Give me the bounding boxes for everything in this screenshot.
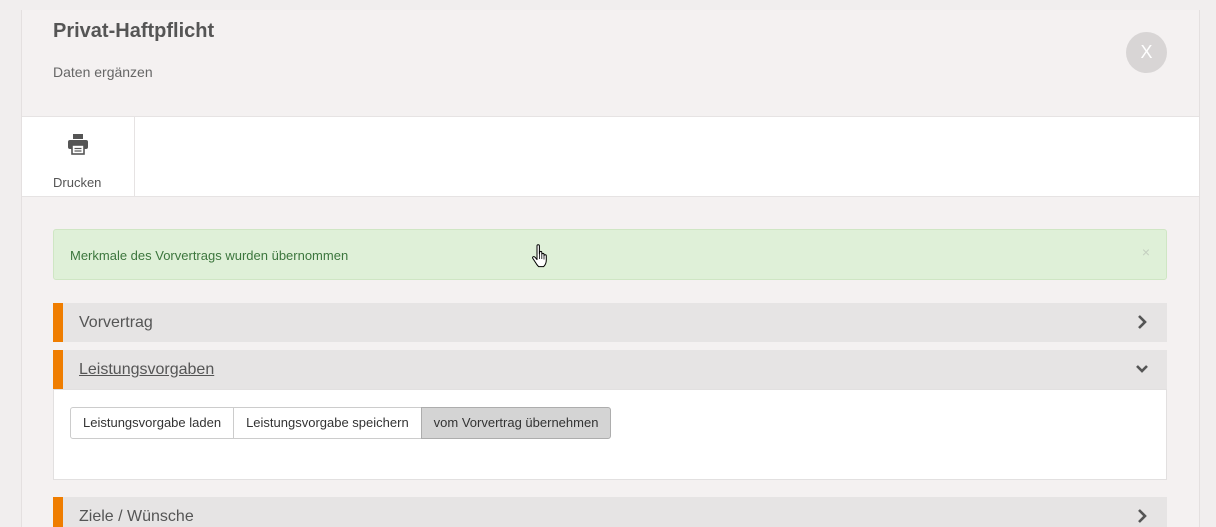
- dialog-header: Privat-Haftpflicht Daten ergänzen X: [22, 10, 1199, 116]
- load-leistungsvorgabe-button[interactable]: Leistungsvorgabe laden: [70, 407, 235, 439]
- save-leistungsvorgabe-button[interactable]: Leistungsvorgabe speichern: [233, 407, 422, 439]
- hand-cursor-icon: [532, 244, 547, 268]
- print-button[interactable]: Drucken: [22, 117, 135, 196]
- accordion-label: Ziele / Wünsche: [79, 508, 194, 525]
- accordion-header-vorvertrag[interactable]: Vorvertrag: [53, 303, 1167, 342]
- dialog-panel: Privat-Haftpflicht Daten ergänzen X Druc…: [21, 10, 1200, 527]
- accordion-header-ziele-wuensche[interactable]: Ziele / Wünsche: [53, 497, 1167, 527]
- close-button[interactable]: X: [1126, 32, 1167, 73]
- page-title: Privat-Haftpflicht: [53, 20, 215, 42]
- accordion-body-leistungsvorgaben: Leistungsvorgabe laden Leistungsvorgabe …: [53, 389, 1167, 480]
- alert-close-button[interactable]: ×: [1142, 244, 1150, 260]
- print-label: Drucken: [53, 175, 102, 190]
- printer-icon: [68, 134, 88, 155]
- alert-message: Merkmale des Vorvertrags wurden übernomm…: [70, 248, 349, 263]
- chevron-right-icon: [1138, 509, 1147, 523]
- accordion-label: Leistungsvorgaben: [79, 361, 215, 378]
- apply-from-vorvertrag-button[interactable]: vom Vorvertrag übernehmen: [420, 407, 612, 439]
- chevron-right-icon: [1138, 315, 1147, 329]
- success-alert: Merkmale des Vorvertrags wurden übernomm…: [53, 229, 1167, 280]
- accordion-label: Vorvertrag: [79, 314, 153, 331]
- chevron-down-icon: [1136, 365, 1148, 373]
- leistungsvorgabe-button-group: Leistungsvorgabe laden Leistungsvorgabe …: [70, 407, 612, 439]
- toolbar: Drucken: [22, 116, 1199, 197]
- page-subtitle: Daten ergänzen: [53, 64, 153, 80]
- accordion-header-leistungsvorgaben[interactable]: Leistungsvorgaben: [53, 350, 1167, 389]
- main-content: Merkmale des Vorvertrags wurden übernomm…: [22, 197, 1199, 527]
